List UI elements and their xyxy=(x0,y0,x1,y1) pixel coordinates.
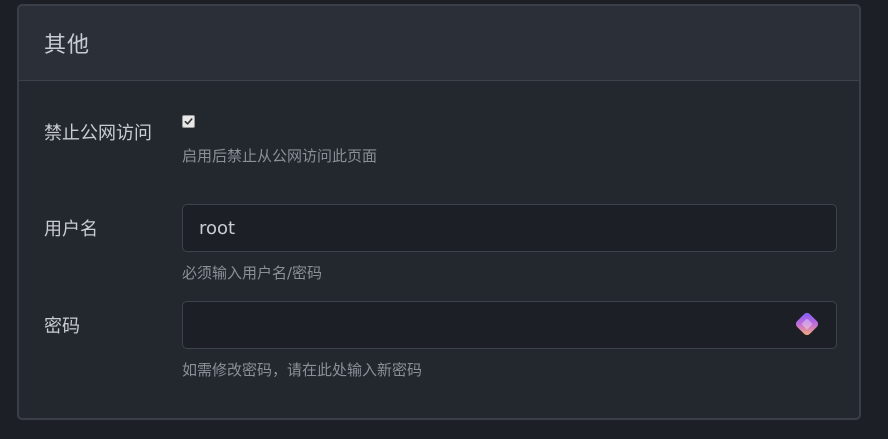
username-row: 用户名 root 必须输入用户名/密码 xyxy=(19,201,859,301)
password-manager-icon[interactable] xyxy=(791,308,823,340)
panel-title: 其他 xyxy=(44,33,91,58)
username-help: 必须输入用户名/密码 xyxy=(182,264,323,282)
disable-public-label: 禁止公网访问 xyxy=(44,123,152,144)
disable-public-checkbox[interactable] xyxy=(182,115,195,128)
settings-panel: 其他 禁止公网访问 启用后禁止从公网访问此页面 用户名 root 必须输入用户名… xyxy=(17,4,861,420)
username-input[interactable]: root xyxy=(182,204,837,252)
password-help: 如需修改密码，请在此处输入新密码 xyxy=(182,361,423,379)
password-label: 密码 xyxy=(44,316,80,337)
username-label: 用户名 xyxy=(44,219,98,240)
disable-public-row: 禁止公网访问 启用后禁止从公网访问此页面 xyxy=(19,81,859,201)
checkmark-icon xyxy=(184,118,193,125)
disable-public-help: 启用后禁止从公网访问此页面 xyxy=(182,147,378,165)
panel-header: 其他 xyxy=(19,6,859,81)
password-input[interactable] xyxy=(182,301,837,349)
password-row: 密码 如需修改密码，请在此处输入新密码 xyxy=(19,298,859,398)
